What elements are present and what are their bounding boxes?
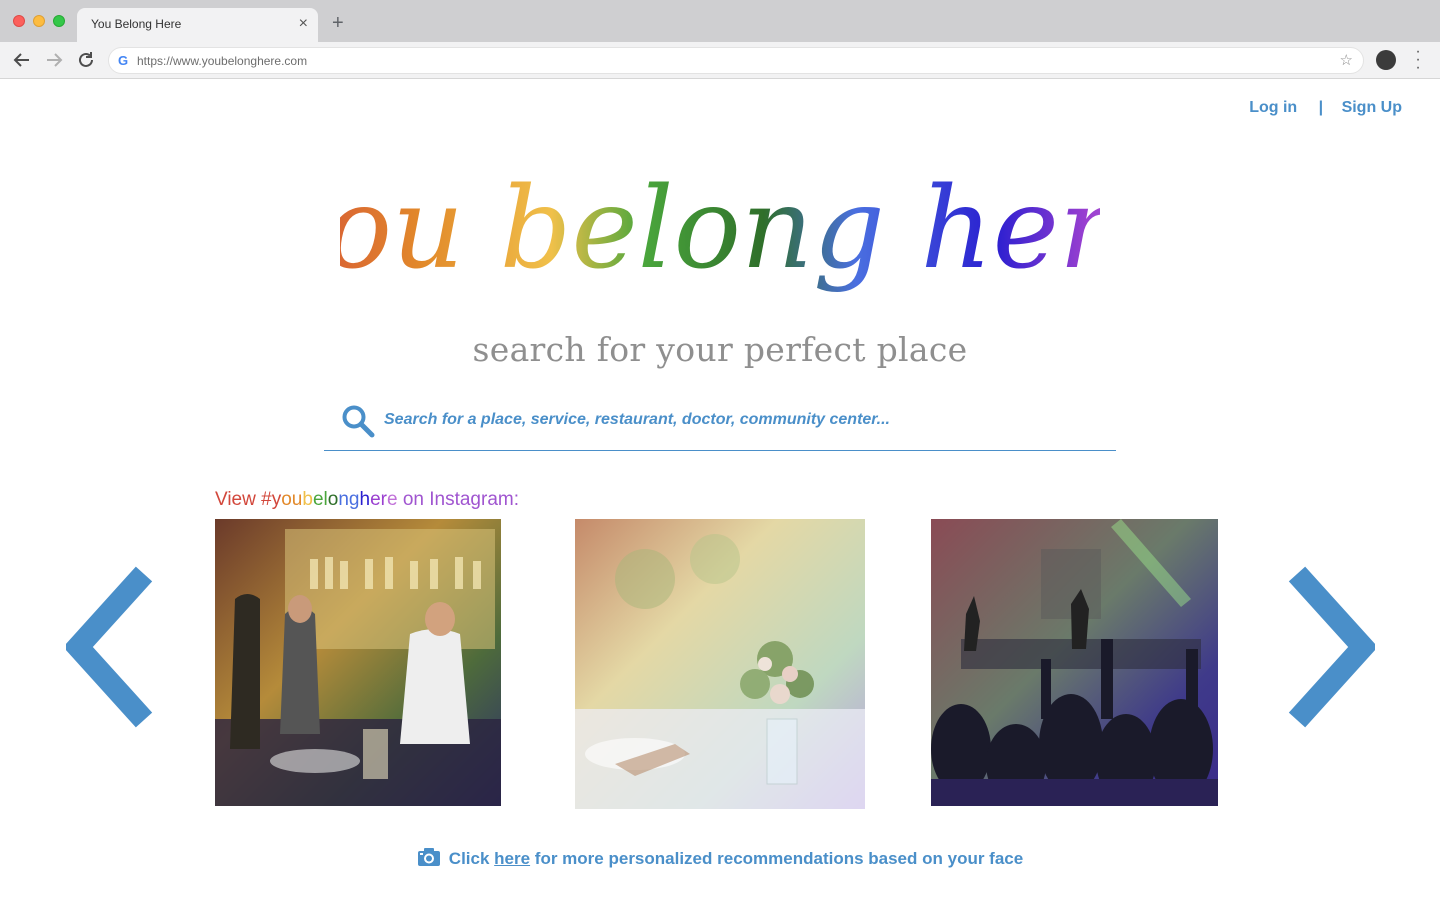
new-tab-icon[interactable]: + [332, 12, 344, 34]
auth-separator: | [1318, 99, 1324, 116]
back-arrow-icon[interactable] [10, 48, 34, 72]
page-content: Log in | Sign Up you belong here [0, 79, 1440, 900]
carousel-prev-arrow-icon[interactable] [66, 566, 156, 728]
auth-links: Log in | Sign Up [1249, 99, 1402, 117]
tagline: search for your perfect place [472, 330, 968, 369]
address-bar[interactable]: G https://www.youbelonghere.com ☆ [108, 47, 1364, 74]
search-icon[interactable] [341, 404, 375, 438]
instagram-photo-flowers[interactable] [575, 519, 865, 809]
close-tab-icon[interactable]: × [299, 15, 308, 33]
instagram-photo-bar[interactable] [215, 519, 501, 806]
browser-toolbar: G https://www.youbelonghere.com ☆ · · · [0, 42, 1440, 79]
browser-tab[interactable]: You Belong Here × [77, 8, 318, 42]
instagram-label-suffix: on Instagram: [397, 489, 519, 510]
url-text: https://www.youbelonghere.com [137, 54, 308, 68]
face-cta-link[interactable]: here [494, 849, 530, 868]
instagram-hashtag[interactable]: #youbelonghere [261, 489, 397, 510]
logo-text: you belong here [340, 167, 1100, 294]
search-bar [324, 395, 1116, 451]
close-window-button[interactable] [13, 15, 25, 27]
tab-title: You Belong Here [91, 17, 182, 31]
signup-link[interactable]: Sign Up [1342, 99, 1402, 116]
instagram-label-prefix: View [215, 489, 262, 510]
carousel-next-arrow-icon[interactable] [1285, 566, 1375, 728]
profile-avatar[interactable] [1376, 50, 1396, 70]
maximize-window-button[interactable] [53, 15, 65, 27]
camera-icon[interactable] [417, 847, 441, 867]
face-cta-suffix: for more personalized recommendations ba… [530, 849, 1024, 868]
minimize-window-button[interactable] [33, 15, 45, 27]
site-logo: you belong here [0, 167, 1440, 327]
forward-arrow-icon[interactable] [42, 48, 66, 72]
login-link[interactable]: Log in [1249, 99, 1297, 116]
reload-icon[interactable] [74, 48, 98, 72]
bookmark-star-icon[interactable]: ☆ [1340, 51, 1353, 69]
face-cta-prefix: Click [448, 849, 495, 868]
browser-menu-icon[interactable]: · · · [1413, 44, 1423, 76]
face-recommendation-cta: Click here for more personalized recomme… [0, 847, 1440, 869]
browser-tab-bar: You Belong Here × + [0, 0, 1440, 42]
search-input[interactable] [384, 404, 1104, 436]
google-icon: G [118, 53, 129, 68]
instagram-photo-concert[interactable] [931, 519, 1218, 806]
instagram-label[interactable]: View #youbelonghere on Instagram: [215, 489, 519, 511]
